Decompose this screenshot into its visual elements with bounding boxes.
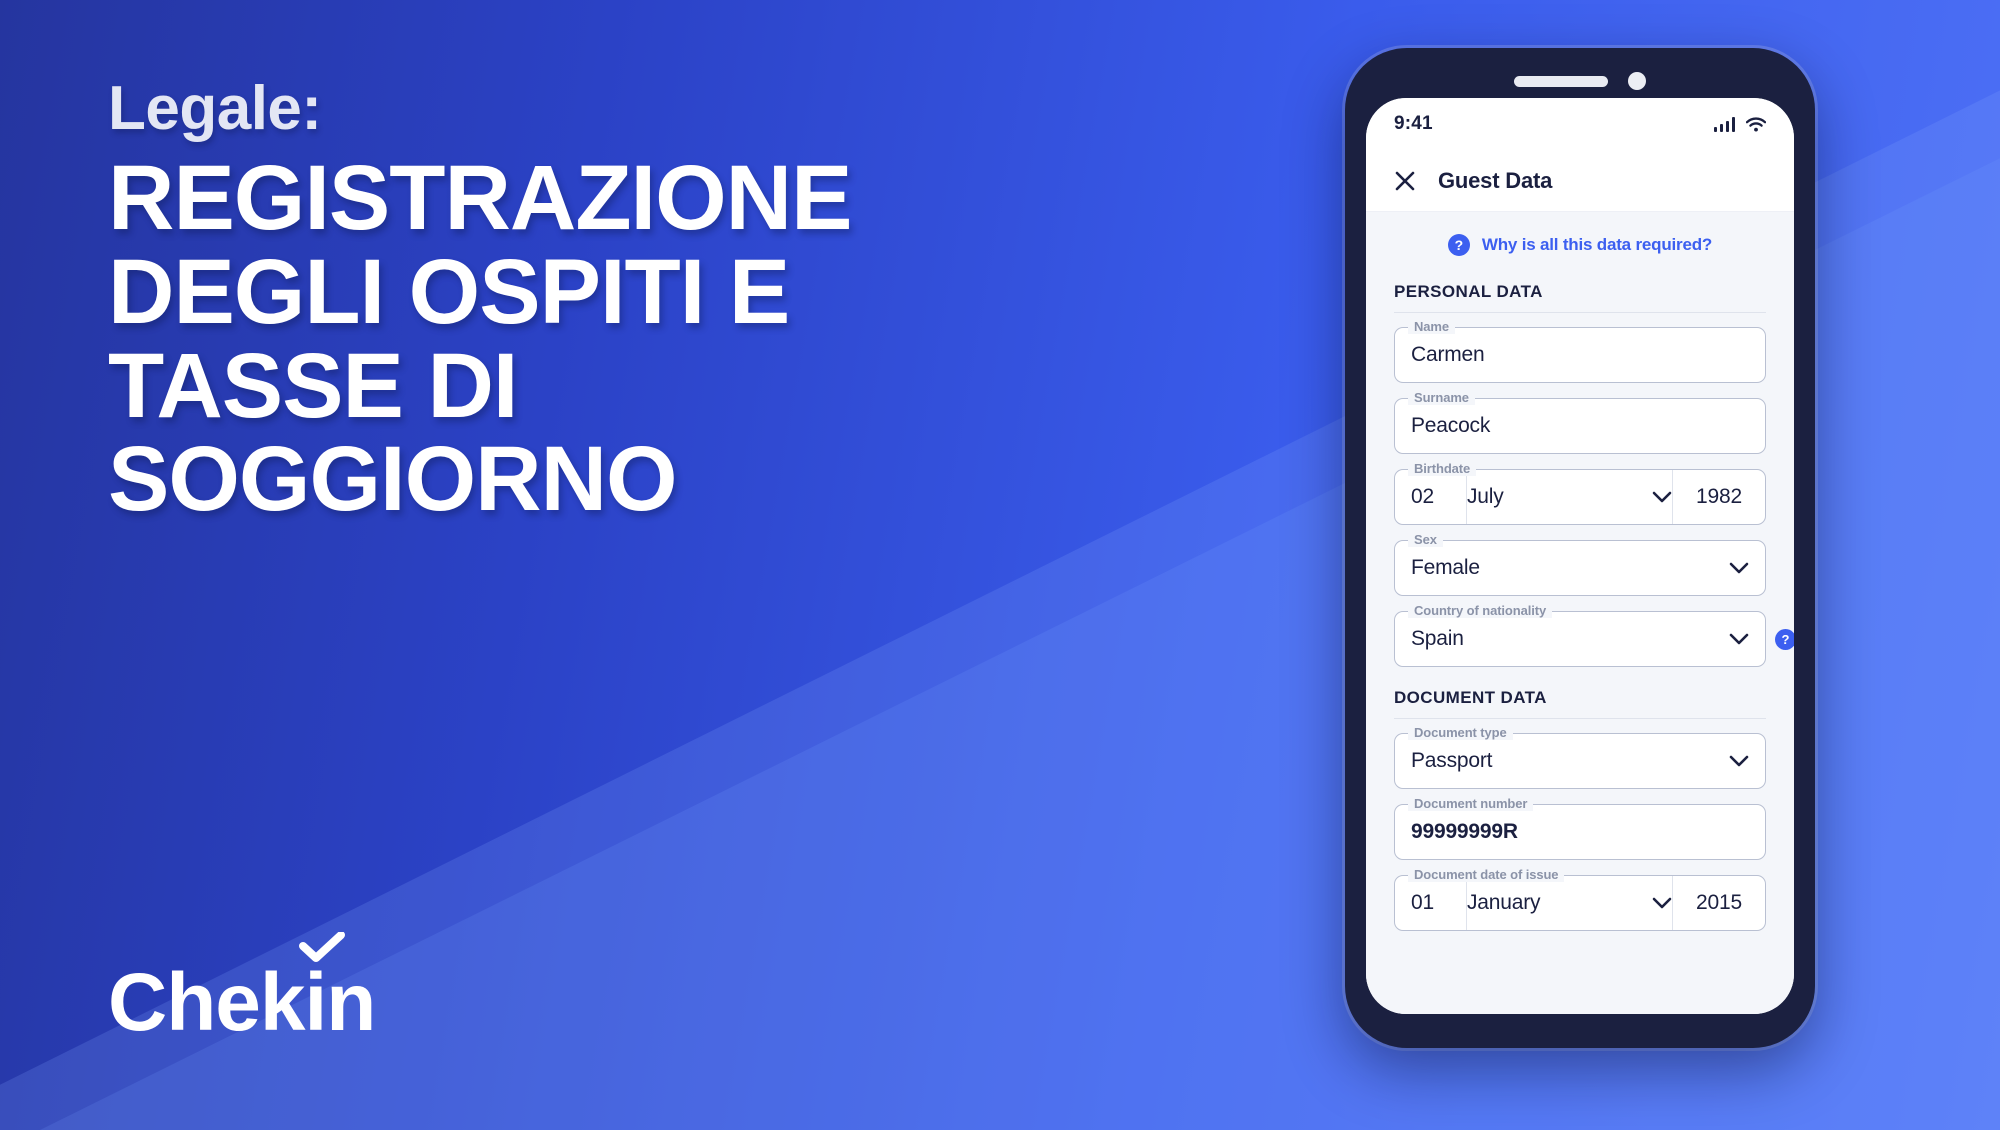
country-of-nationality-field[interactable]: Country of nationality Spain xyxy=(1394,603,1766,667)
name-field[interactable]: Name Carmen xyxy=(1394,319,1766,383)
field-wrap-country: Country of nationality Spain ? xyxy=(1394,603,1794,667)
check-icon xyxy=(299,932,346,962)
birthdate-month-value: July xyxy=(1467,485,1504,508)
surname-field-value: Peacock xyxy=(1411,414,1491,437)
surname-field-label: Surname xyxy=(1408,390,1475,405)
document-number-label: Document number xyxy=(1408,796,1534,811)
document-date-month-value: January xyxy=(1467,891,1541,914)
earpiece-speaker-icon xyxy=(1514,75,1608,87)
field-wrap-sex: Sex Female xyxy=(1394,532,1766,596)
why-link-label: Why is all this data required? xyxy=(1481,235,1713,254)
headline-line-4: SOGGIORNO xyxy=(108,428,678,531)
birthdate-day-value: 02 xyxy=(1411,485,1434,508)
field-wrap-document-type: Document type Passport xyxy=(1394,725,1766,789)
document-number-value: 99999999R xyxy=(1411,820,1518,843)
question-mark-icon: ? xyxy=(1447,234,1470,256)
phone-screen: 9:41 Guest Data ? Why is all this data r… xyxy=(1366,98,1794,1014)
birthdate-year-value: 1982 xyxy=(1696,485,1742,508)
country-help-icon[interactable]: ? xyxy=(1775,629,1794,650)
document-type-field[interactable]: Document type Passport xyxy=(1394,725,1766,789)
page-title: Guest Data xyxy=(1438,167,1553,193)
why-data-required-link[interactable]: ? Why is all this data required? xyxy=(1394,212,1766,276)
surname-field[interactable]: Surname Peacock xyxy=(1394,390,1766,454)
field-wrap-name: Name Carmen xyxy=(1394,319,1766,383)
country-field-label: Country of nationality xyxy=(1408,603,1553,618)
birthdate-day-input[interactable]: 02 xyxy=(1395,470,1467,524)
logo-text: Chekin xyxy=(108,957,376,1048)
chevron-down-icon[interactable] xyxy=(1729,633,1749,645)
phone-mockup: 9:41 Guest Data ? Why is all this data r… xyxy=(1345,48,1815,1048)
sex-field[interactable]: Sex Female xyxy=(1394,532,1766,596)
section-divider xyxy=(1394,718,1766,719)
logo-wordmark: Chekin xyxy=(108,932,376,1044)
headline-line-2: DEGLI OSPITI E xyxy=(108,240,790,343)
document-type-label: Document type xyxy=(1408,725,1513,740)
status-clock: 9:41 xyxy=(1394,113,1433,134)
country-field-value: Spain xyxy=(1411,627,1464,650)
status-icons xyxy=(1713,116,1766,132)
sex-field-label: Sex xyxy=(1408,532,1443,547)
hero-headline: REGISTRAZIONE DEGLI OSPITI E TASSE DI SO… xyxy=(108,147,1028,531)
field-wrap-document-number: Document number 99999999R xyxy=(1394,796,1766,860)
signal-bars-icon xyxy=(1713,116,1735,132)
chevron-down-icon xyxy=(1652,897,1672,909)
document-date-of-issue-field[interactable]: Document date of issue 01 January 2015 xyxy=(1394,867,1766,931)
document-date-day-input[interactable]: 01 xyxy=(1395,876,1467,930)
document-number-field[interactable]: Document number 99999999R xyxy=(1394,796,1766,860)
chekin-logo: Chekin xyxy=(108,932,376,1044)
field-wrap-surname: Surname Peacock xyxy=(1394,390,1766,454)
document-date-month-select[interactable]: January xyxy=(1467,876,1673,930)
hero-copy: Legale: REGISTRAZIONE DEGLI OSPITI E TAS… xyxy=(108,78,1028,527)
name-field-label: Name xyxy=(1408,319,1456,334)
chevron-down-icon xyxy=(1652,491,1672,503)
chevron-down-icon[interactable] xyxy=(1729,755,1749,767)
birthdate-field-label: Birthdate xyxy=(1408,461,1477,476)
document-date-day-value: 01 xyxy=(1411,891,1434,914)
section-divider xyxy=(1394,312,1766,313)
hero-eyebrow: Legale: xyxy=(108,74,322,143)
phone-notch xyxy=(1345,72,1815,90)
document-date-label: Document date of issue xyxy=(1408,867,1565,882)
section-title-document-data: DOCUMENT DATA xyxy=(1394,688,1547,707)
birthdate-month-select[interactable]: July xyxy=(1467,470,1673,524)
app-bar: Guest Data xyxy=(1366,150,1794,212)
status-bar: 9:41 xyxy=(1366,98,1794,150)
document-type-value: Passport xyxy=(1411,749,1493,772)
poster-canvas: Legale: REGISTRAZIONE DEGLI OSPITI E TAS… xyxy=(0,0,2000,1130)
document-date-year-input[interactable]: 2015 xyxy=(1673,876,1765,930)
form-content: ? Why is all this data required? PERSONA… xyxy=(1366,212,1794,1014)
name-field-value: Carmen xyxy=(1411,343,1485,366)
close-icon[interactable] xyxy=(1394,170,1416,192)
document-date-year-value: 2015 xyxy=(1696,891,1742,914)
headline-line-3: TASSE DI xyxy=(108,334,518,437)
field-wrap-document-date: Document date of issue 01 January 2015 xyxy=(1394,867,1766,931)
sex-field-value: Female xyxy=(1411,556,1480,579)
chevron-down-icon[interactable] xyxy=(1729,562,1749,574)
section-title-personal-data: PERSONAL DATA xyxy=(1394,282,1543,301)
birthdate-year-input[interactable]: 1982 xyxy=(1673,470,1765,524)
birthdate-field[interactable]: Birthdate 02 July 1982 xyxy=(1394,461,1766,525)
headline-line-1: REGISTRAZIONE xyxy=(108,147,852,249)
front-camera-icon xyxy=(1628,72,1646,90)
wifi-icon xyxy=(1746,117,1766,131)
field-wrap-birthdate: Birthdate 02 July 1982 xyxy=(1394,461,1766,525)
